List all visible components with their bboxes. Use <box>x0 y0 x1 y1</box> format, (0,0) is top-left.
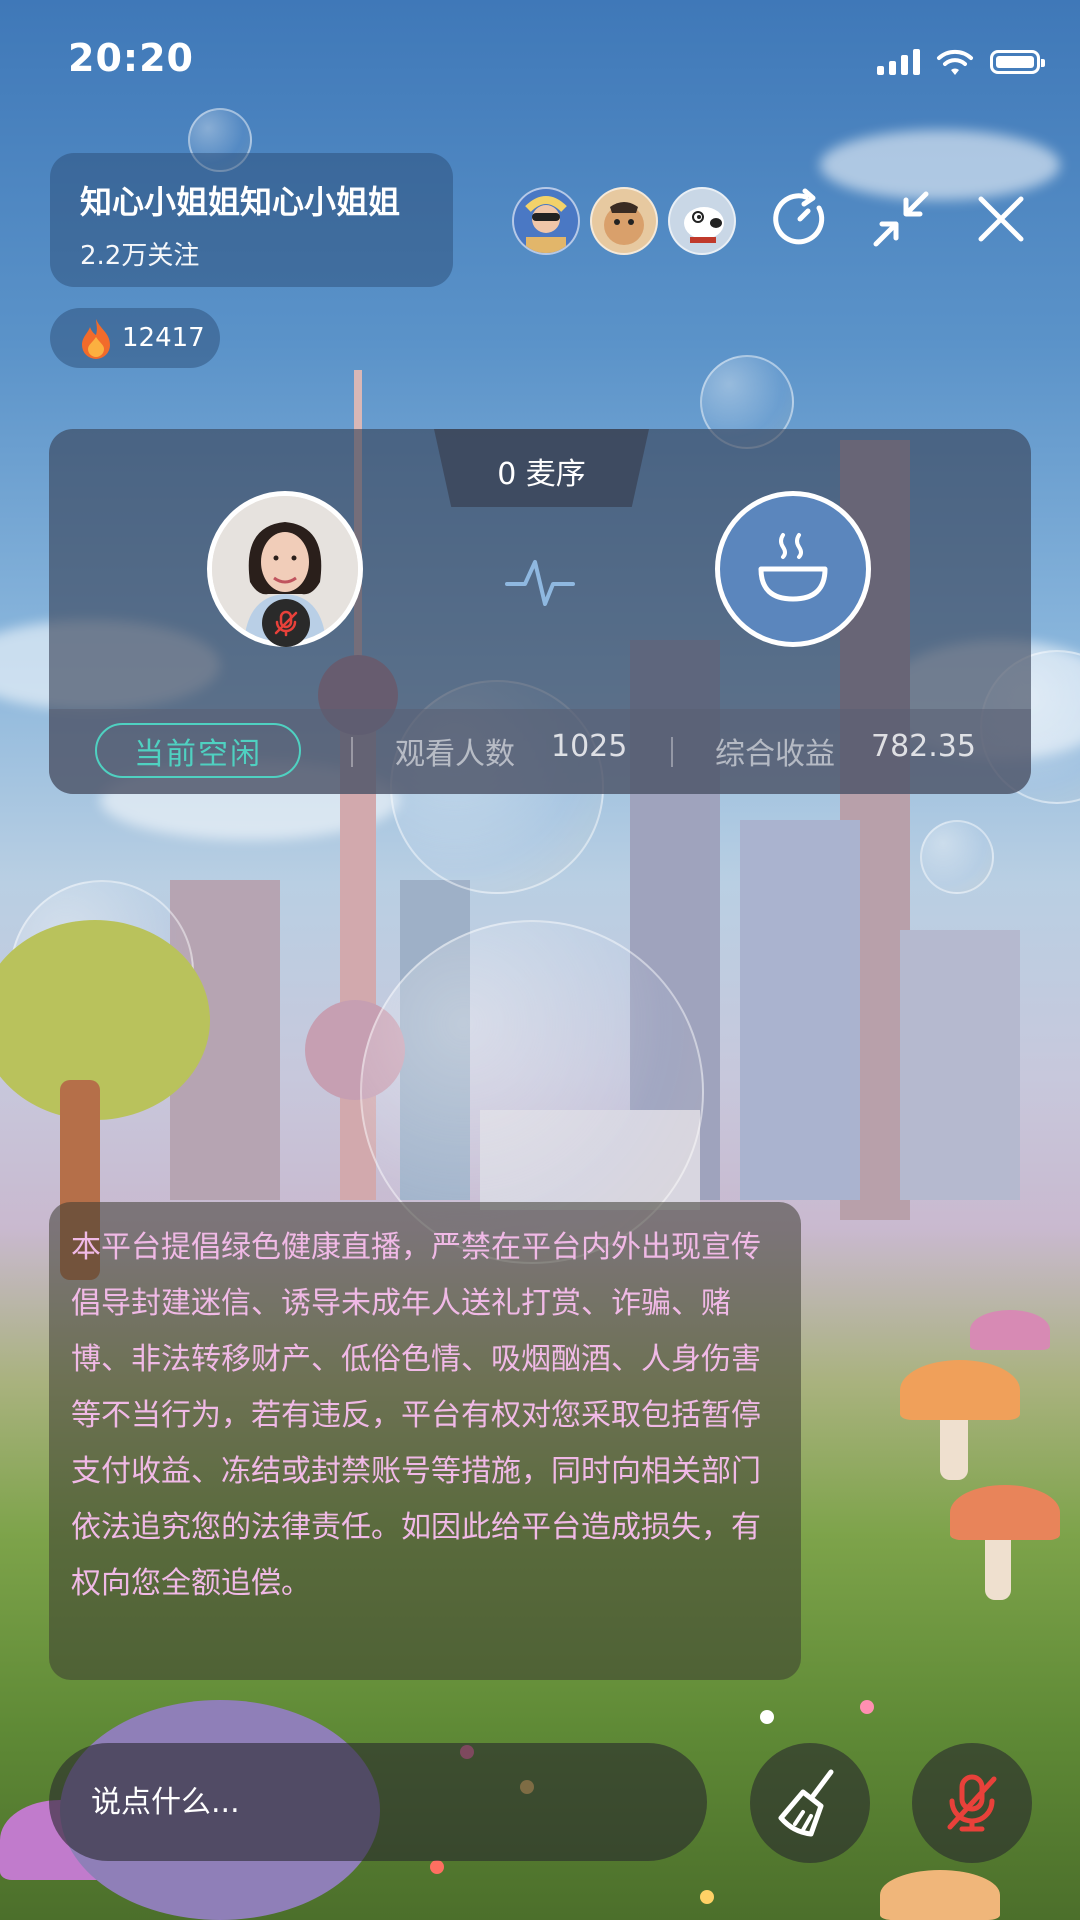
status-badge: 当前空闲 <box>95 723 301 778</box>
status-time: 20:20 <box>68 36 194 80</box>
refresh-button[interactable] <box>768 187 832 251</box>
status-icons <box>877 48 1045 76</box>
mic-muted-icon <box>947 1774 997 1832</box>
broom-icon <box>778 1769 834 1837</box>
empty-seat-button[interactable] <box>715 491 871 647</box>
heat-value: 12417 <box>122 323 205 353</box>
divider <box>671 737 673 767</box>
earnings-label: 综合收益 <box>715 737 835 772</box>
host-card[interactable]: 知心小姐姐知心小姐姐 2.2万关注 <box>50 153 453 287</box>
refresh-icon <box>773 188 825 245</box>
avatar[interactable] <box>668 187 736 255</box>
stats-bar: 当前空闲 观看人数 1025 综合收益 782.35 <box>49 709 1031 794</box>
mic-panel: 0 麦序 当前空闲 观看人数 1025 综合收益 782.35 <box>49 429 1031 794</box>
host-followers: 2.2万关注 <box>80 241 200 271</box>
close-icon <box>978 196 1024 242</box>
viewers-value: 1025 <box>551 729 628 764</box>
heat-badge: 12417 <box>50 308 220 368</box>
minimize-button[interactable] <box>869 187 933 251</box>
avatar[interactable] <box>590 187 658 255</box>
pulse-icon <box>505 560 575 606</box>
fire-icon <box>82 319 110 359</box>
platform-notice: 本平台提倡绿色健康直播，严禁在平台内外出现宣传倡导封建迷信、诱导未成年人送礼打赏… <box>49 1202 801 1680</box>
viewers-label: 观看人数 <box>395 737 515 772</box>
mic-muted-icon <box>274 610 298 637</box>
mic-toggle-button[interactable] <box>912 1743 1032 1863</box>
wifi-icon <box>937 49 973 75</box>
notice-text: 本平台提倡绿色健康直播，严禁在平台内外出现宣传倡导封建迷信、诱导未成年人送礼打赏… <box>71 1230 761 1601</box>
bowl-icon <box>758 533 828 602</box>
battery-icon <box>990 50 1045 74</box>
minimize-icon <box>873 191 929 247</box>
chat-input[interactable] <box>49 1743 707 1861</box>
close-button[interactable] <box>969 187 1033 251</box>
mic-order[interactable]: 0 麦序 <box>434 449 649 493</box>
divider <box>351 737 353 767</box>
host-name: 知心小姐姐知心小姐姐 <box>80 183 401 221</box>
earnings-value: 782.35 <box>871 729 976 764</box>
signal-icon <box>877 49 920 75</box>
mic-muted-badge <box>262 599 310 647</box>
avatar[interactable] <box>512 187 580 255</box>
clear-screen-button[interactable] <box>750 1743 870 1863</box>
